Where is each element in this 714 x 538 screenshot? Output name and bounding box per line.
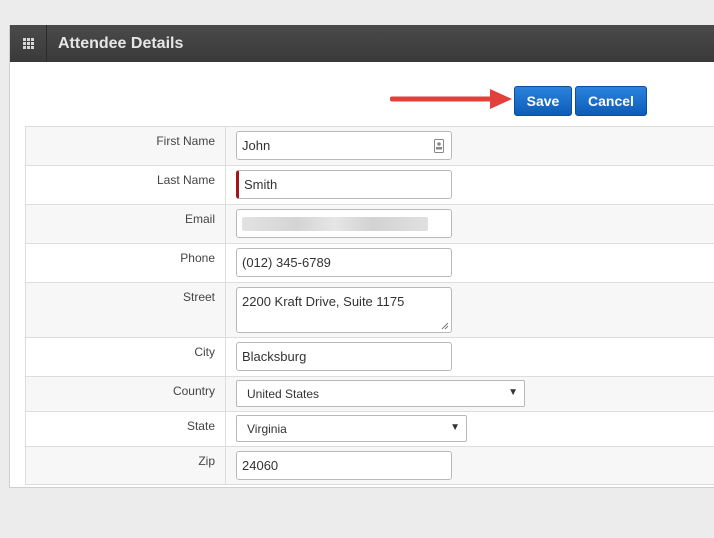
page-title: Attendee Details <box>58 35 184 52</box>
form-row-state: State Virginia ▼ <box>26 412 714 447</box>
first-name-input[interactable]: John <box>236 131 452 160</box>
first-name-value: John <box>242 138 271 153</box>
street-value: 2200 Kraft Drive, Suite 1175 <box>242 294 405 309</box>
city-value: Blacksburg <box>242 349 307 364</box>
last-name-label: Last Name <box>26 166 226 204</box>
panel-header: Attendee Details <box>10 25 714 62</box>
street-label: Street <box>26 283 226 337</box>
country-select[interactable]: United States ▼ <box>236 380 525 407</box>
redacted-email <box>242 216 428 231</box>
email-input[interactable] <box>236 209 452 238</box>
attendee-form: First Name John Last Name Smith Email Ph… <box>25 126 714 485</box>
first-name-label: First Name <box>26 127 226 165</box>
form-row-city: City Blacksburg <box>26 338 714 377</box>
attendee-details-panel: Attendee Details Save Cancel First Name … <box>9 25 714 488</box>
state-select[interactable]: Virginia ▼ <box>236 415 467 442</box>
resize-handle-icon[interactable] <box>441 322 449 330</box>
form-row-first-name: First Name John <box>26 127 714 166</box>
form-row-country: Country United States ▼ <box>26 377 714 412</box>
last-name-input[interactable]: Smith <box>236 170 452 199</box>
phone-input[interactable]: (012) 345-6789 <box>236 248 452 277</box>
phone-label: Phone <box>26 244 226 282</box>
state-label: State <box>26 412 226 446</box>
zip-label: Zip <box>26 447 226 484</box>
cancel-button[interactable]: Cancel <box>575 86 647 116</box>
phone-value: (012) 345-6789 <box>242 255 331 270</box>
chevron-down-icon: ▼ <box>450 422 460 433</box>
country-value: United States <box>247 386 320 401</box>
save-button[interactable]: Save <box>514 86 572 116</box>
form-row-street: Street 2200 Kraft Drive, Suite 1175 <box>26 283 714 338</box>
street-textarea[interactable]: 2200 Kraft Drive, Suite 1175 <box>236 287 452 333</box>
state-value: Virginia <box>247 421 287 436</box>
city-input[interactable]: Blacksburg <box>236 342 452 371</box>
zip-input[interactable]: 24060 <box>236 451 452 480</box>
grid-icon <box>10 25 47 62</box>
email-label: Email <box>26 205 226 243</box>
country-label: Country <box>26 377 226 411</box>
form-row-last-name: Last Name Smith <box>26 166 714 205</box>
zip-value: 24060 <box>242 458 279 473</box>
last-name-value: Smith <box>244 177 278 192</box>
form-row-zip: Zip 24060 <box>26 447 714 485</box>
form-row-phone: Phone (012) 345-6789 <box>26 244 714 283</box>
red-arrow-annotation <box>390 89 512 109</box>
form-row-email: Email <box>26 205 714 244</box>
city-label: City <box>26 338 226 376</box>
contact-card-icon[interactable] <box>434 139 444 153</box>
chevron-down-icon: ▼ <box>508 387 518 398</box>
